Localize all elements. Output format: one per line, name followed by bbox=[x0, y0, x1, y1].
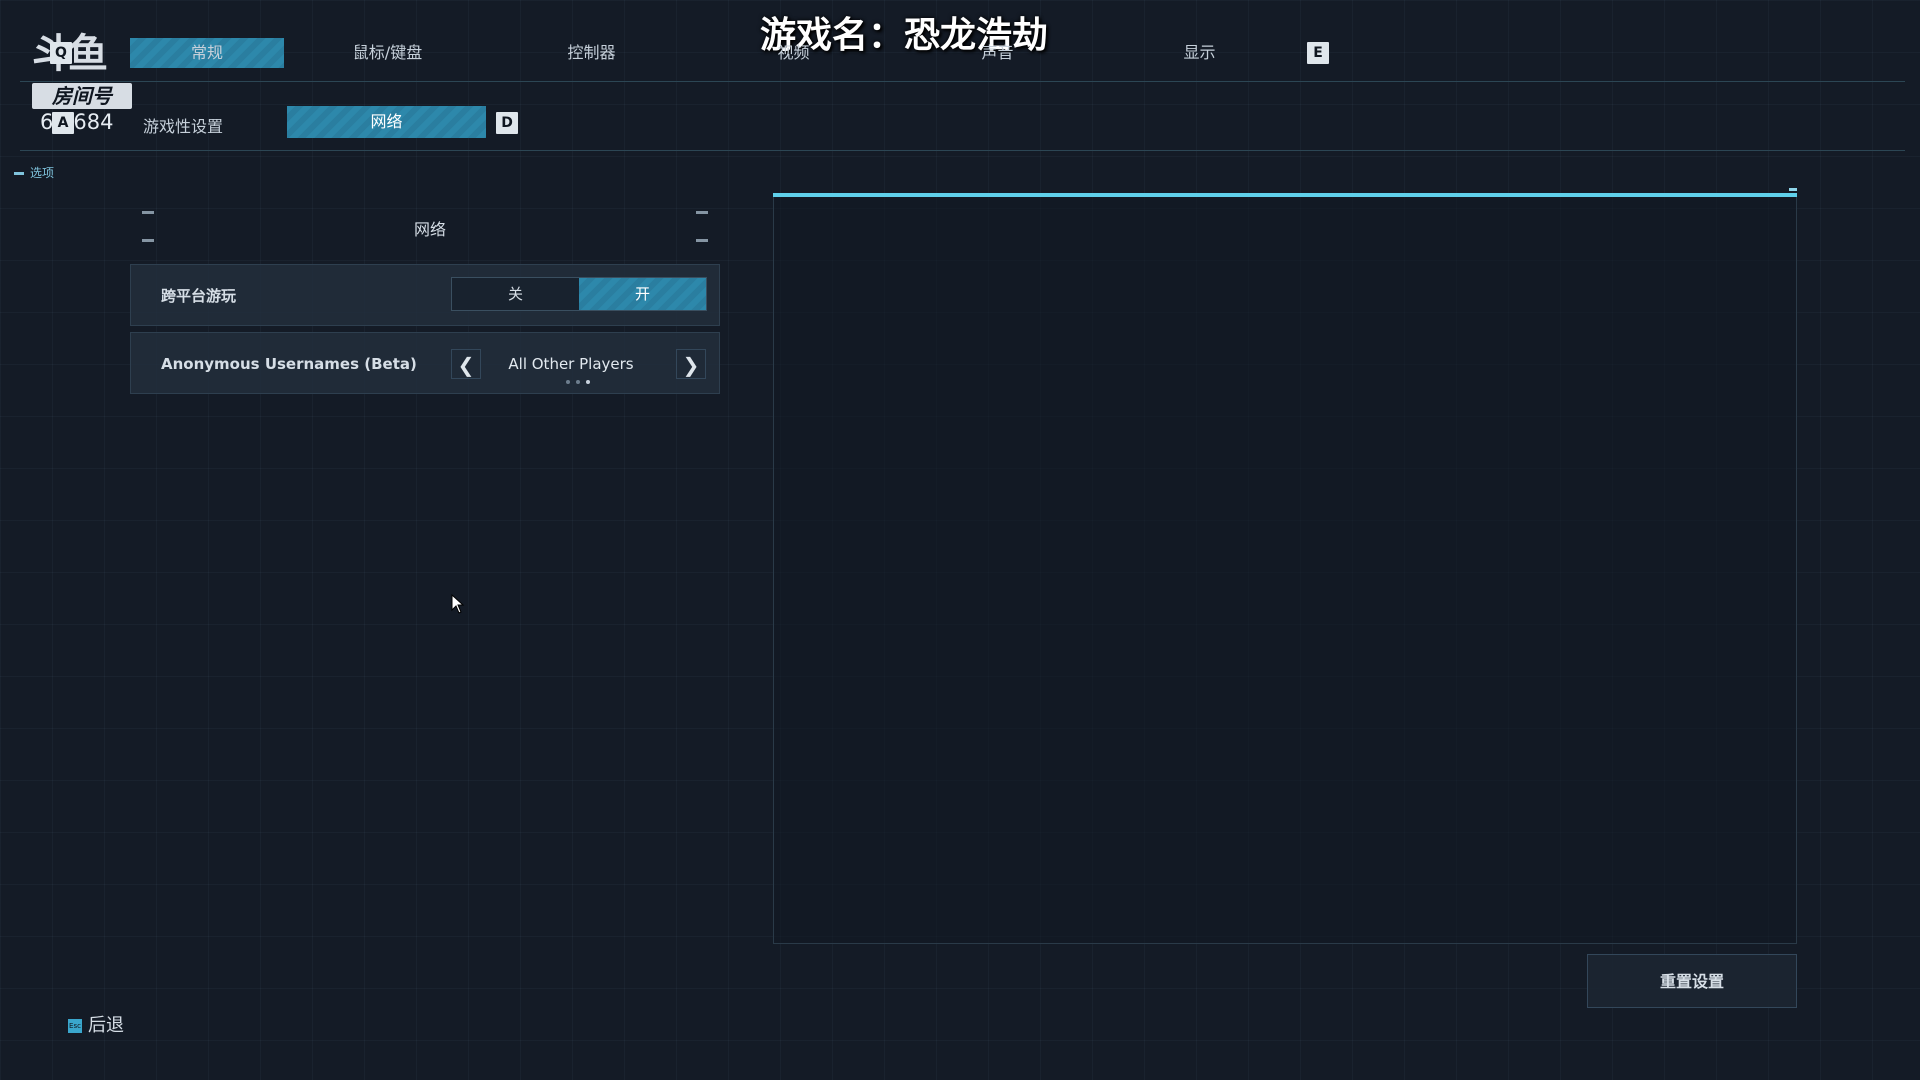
tab-display[interactable]: 显示 bbox=[1122, 38, 1277, 68]
tab-video[interactable]: 视频 bbox=[716, 38, 871, 68]
chevron-left-icon[interactable]: ❮ bbox=[451, 349, 481, 379]
prev-subtab-key-hint: A bbox=[52, 112, 74, 134]
back-label: 后退 bbox=[88, 1015, 124, 1036]
description-panel bbox=[773, 194, 1797, 944]
crossplay-off-option[interactable]: 关 bbox=[452, 278, 579, 310]
option-dot-selected bbox=[586, 380, 590, 384]
back-button[interactable]: Esc 后退 bbox=[68, 1011, 124, 1037]
mouse-cursor-icon bbox=[451, 594, 465, 614]
option-position-dots bbox=[566, 380, 606, 386]
section-corner-mark bbox=[696, 239, 708, 242]
crossplay-toggle: 关 开 bbox=[451, 277, 707, 311]
tab-mouse-keyboard[interactable]: 鼠标/键盘 bbox=[310, 38, 465, 68]
options-tag: 选项 bbox=[14, 164, 54, 181]
option-dot bbox=[566, 380, 570, 384]
top-tabs-divider bbox=[20, 81, 1905, 82]
options-tag-label: 选项 bbox=[30, 166, 55, 180]
next-tab-key-hint: E bbox=[1307, 42, 1329, 64]
tab-audio[interactable]: 声音 bbox=[920, 38, 1075, 68]
tab-general[interactable]: 常规 bbox=[130, 38, 284, 68]
description-panel-tick bbox=[1789, 188, 1797, 191]
section-corner-mark bbox=[696, 211, 708, 214]
subtab-gameplay[interactable]: 游戏性设置 bbox=[143, 113, 223, 137]
setting-label: Anonymous Usernames (Beta) bbox=[161, 355, 417, 373]
subtab-network[interactable]: 网络 bbox=[287, 106, 486, 138]
douyu-logo: 斗鱼 bbox=[32, 34, 132, 74]
option-dot bbox=[576, 380, 580, 384]
section-title: 网络 bbox=[413, 220, 446, 239]
section-corner-mark bbox=[142, 239, 154, 242]
setting-label: 跨平台游玩 bbox=[161, 287, 237, 305]
setting-row-crossplay: 跨平台游玩 关 开 bbox=[130, 264, 720, 326]
prev-tab-key-hint: Q bbox=[50, 42, 72, 64]
section-corner-mark bbox=[142, 211, 154, 214]
esc-key-icon: Esc bbox=[68, 1019, 82, 1033]
reset-settings-button[interactable]: 重置设置 bbox=[1587, 954, 1797, 1008]
setting-row-anonymous-usernames: Anonymous Usernames (Beta) ❮ All Other P… bbox=[130, 332, 720, 394]
sub-tabs-divider bbox=[20, 150, 1905, 151]
next-subtab-key-hint: D bbox=[496, 112, 518, 134]
description-panel-accent-bar bbox=[773, 193, 1797, 197]
crossplay-on-option[interactable]: 开 bbox=[579, 278, 706, 310]
tab-controller[interactable]: 控制器 bbox=[514, 38, 669, 68]
room-label-badge: 房间号 bbox=[32, 83, 132, 109]
chevron-right-icon[interactable]: ❯ bbox=[676, 349, 706, 379]
